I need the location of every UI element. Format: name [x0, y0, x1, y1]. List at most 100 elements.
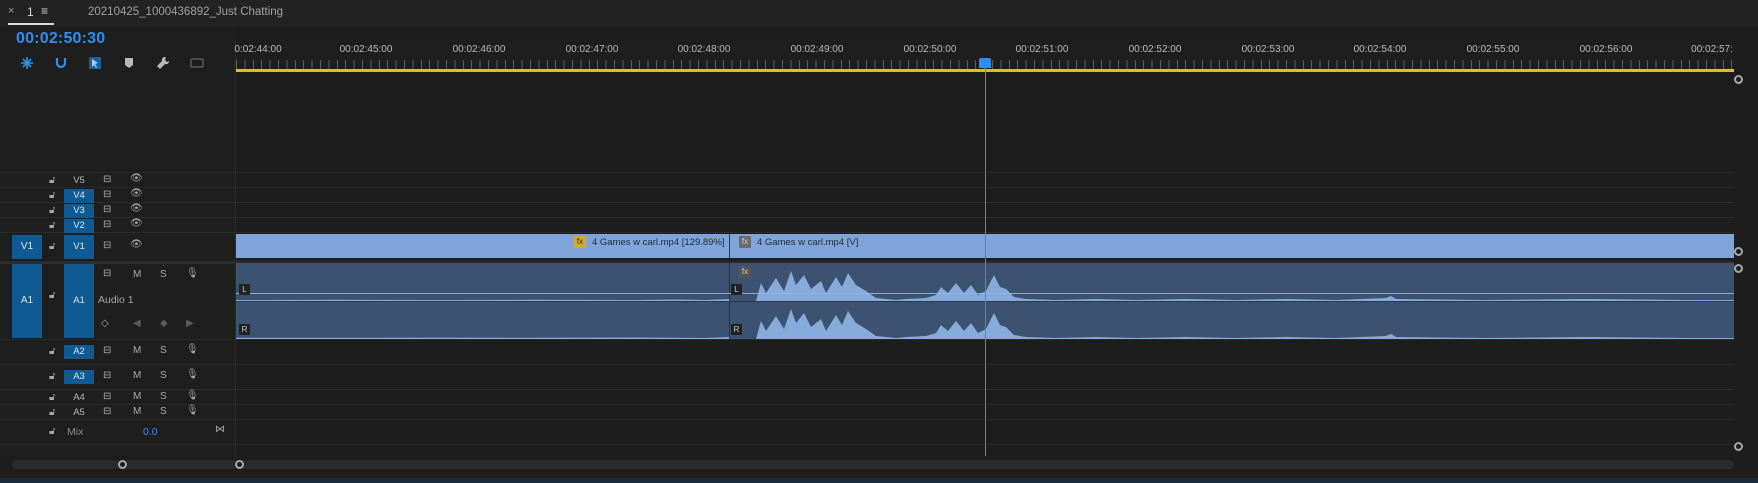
eye-icon[interactable]: 👁︎ — [130, 218, 143, 229]
sync-lock-icon[interactable]: ⊟ — [103, 189, 111, 200]
track-row-mix — [0, 420, 1734, 445]
mute-button[interactable]: M — [133, 391, 141, 402]
ruler-label: 00:02:49:00 — [790, 44, 844, 55]
timeline-zoom-scrollbar[interactable] — [236, 460, 1734, 469]
sequence-tab[interactable]: 1 — [27, 5, 34, 19]
lock-icon[interactable]: 🔓︎ — [49, 205, 55, 216]
mute-button[interactable]: M — [133, 406, 141, 417]
mute-button[interactable]: M — [133, 345, 141, 356]
lock-icon[interactable]: 🔓︎ — [49, 175, 55, 186]
zoom-scroll-handle[interactable] — [235, 460, 244, 469]
lock-icon[interactable]: 🔓︎ — [49, 371, 55, 382]
ruler-label: 00:02:55:00 — [1466, 44, 1520, 55]
linked-selection-icon[interactable] — [52, 54, 70, 72]
captions-icon[interactable] — [188, 54, 206, 72]
sync-lock-icon[interactable]: ⊟ — [103, 268, 111, 279]
track-label-a4[interactable]: A4 — [64, 391, 94, 405]
lock-icon[interactable]: 🔓︎ — [49, 241, 55, 252]
close-tab-icon[interactable]: × — [8, 5, 14, 17]
vertical-scroll-handle[interactable] — [1734, 247, 1743, 256]
video-clip[interactable] — [729, 234, 1734, 258]
solo-button[interactable]: S — [160, 391, 167, 402]
track-label-a5[interactable]: A5 — [64, 406, 94, 420]
clip-name: 4 Games w carl.mp4 [129.89%] — [592, 237, 725, 248]
next-keyframe-icon[interactable]: ▶ — [186, 318, 194, 329]
solo-button[interactable]: S — [160, 406, 167, 417]
empty-track-space — [0, 72, 1734, 173]
mute-button[interactable]: M — [133, 269, 141, 280]
mix-collapse-icon[interactable]: ⋈ — [215, 424, 225, 435]
track-row-a5 — [0, 405, 1734, 420]
vertical-scroll-handle[interactable] — [1734, 442, 1743, 451]
vertical-scroll-handle[interactable] — [1734, 264, 1743, 273]
track-label-a3[interactable]: A3 — [64, 370, 94, 384]
track-row-v2 — [0, 218, 1734, 233]
eye-icon[interactable]: 👁︎ — [130, 173, 143, 184]
mix-label: Mix — [67, 426, 84, 438]
previous-keyframe-icon[interactable]: ◀ — [133, 318, 141, 329]
lock-icon[interactable]: 🔓︎ — [49, 346, 55, 357]
solo-button[interactable]: S — [160, 345, 167, 356]
track-row-a3 — [0, 365, 1734, 390]
microphone-icon[interactable]: 🎙︎ — [186, 405, 199, 416]
lock-icon[interactable]: 🔓︎ — [49, 392, 55, 403]
add-keyframe-icon[interactable]: ◆ — [160, 318, 168, 329]
panel-menu-icon[interactable]: ≡ — [41, 4, 48, 18]
sync-lock-icon[interactable]: ⊟ — [103, 391, 111, 402]
sequence-title[interactable]: 20210425_1000436892_Just Chatting — [88, 6, 283, 18]
lock-icon[interactable]: 🔓︎ — [49, 290, 55, 301]
sync-lock-icon[interactable]: ⊟ — [103, 345, 111, 356]
keyframe-options-icon[interactable]: ◇ — [101, 318, 109, 329]
track-label-v3[interactable]: V3 — [64, 204, 94, 218]
lock-icon[interactable]: 🔓︎ — [49, 426, 55, 437]
lock-icon[interactable]: 🔓︎ — [49, 220, 55, 231]
ruler-label: 0:02:44:00 — [234, 44, 282, 55]
mix-value[interactable]: 0.0 — [143, 426, 158, 438]
sync-lock-icon[interactable]: ⊟ — [103, 174, 111, 185]
panel-bottom-edge — [0, 478, 1758, 483]
sync-lock-icon[interactable]: ⊟ — [103, 406, 111, 417]
solo-button[interactable]: S — [160, 370, 167, 381]
sync-lock-icon[interactable]: ⊟ — [103, 219, 111, 230]
sync-lock-icon[interactable]: ⊟ — [103, 240, 111, 251]
track-label-a1[interactable]: A1 — [64, 264, 94, 338]
track-label-a2[interactable]: A2 — [64, 345, 94, 359]
playhead-handle[interactable] — [979, 58, 991, 68]
header-scroll-handle[interactable] — [118, 460, 127, 469]
source-patch-a1[interactable]: A1 — [12, 264, 42, 338]
playhead-line[interactable] — [985, 62, 986, 456]
ruler-label: 00:02:53:00 — [1241, 44, 1295, 55]
microphone-icon[interactable]: 🎙︎ — [186, 369, 199, 380]
microphone-icon[interactable]: 🎙︎ — [186, 268, 199, 279]
lock-icon[interactable]: 🔓︎ — [49, 190, 55, 201]
lock-icon[interactable]: 🔓︎ — [49, 407, 55, 418]
eye-icon[interactable]: 👁︎ — [130, 239, 143, 250]
snap-icon[interactable] — [18, 54, 36, 72]
track-label-v1[interactable]: V1 — [64, 235, 94, 259]
marker-icon[interactable] — [120, 54, 138, 72]
clip-name: 4 Games w carl.mp4 [V] — [757, 237, 859, 248]
track-label-v5[interactable]: V5 — [64, 174, 94, 188]
ruler-label: 00:02:48:00 — [677, 44, 731, 55]
ruler-label: 00:02:56:00 — [1579, 44, 1633, 55]
vertical-scroll-handle[interactable] — [1734, 75, 1743, 84]
source-patch-v1[interactable]: V1 — [12, 235, 42, 259]
microphone-icon[interactable]: 🎙︎ — [186, 390, 199, 401]
eye-icon[interactable]: 👁︎ — [130, 188, 143, 199]
solo-button[interactable]: S — [160, 269, 167, 280]
track-row-a2 — [0, 340, 1734, 365]
track-label-v2[interactable]: V2 — [64, 219, 94, 233]
track-row-v3 — [0, 203, 1734, 218]
wrench-icon[interactable] — [154, 54, 172, 72]
track-label-v4[interactable]: V4 — [64, 189, 94, 203]
sync-lock-icon[interactable]: ⊟ — [103, 204, 111, 215]
mute-button[interactable]: M — [133, 370, 141, 381]
selection-icon[interactable] — [86, 54, 104, 72]
track-name[interactable]: Audio 1 — [98, 294, 134, 306]
playhead-timecode[interactable]: 00:02:50:30 — [16, 30, 105, 48]
sync-lock-icon[interactable]: ⊟ — [103, 370, 111, 381]
eye-icon[interactable]: 👁︎ — [130, 203, 143, 214]
ruler-label: 00:02:52:00 — [1128, 44, 1182, 55]
ruler-label: 00:02:57: — [1691, 44, 1733, 55]
microphone-icon[interactable]: 🎙︎ — [186, 344, 199, 355]
